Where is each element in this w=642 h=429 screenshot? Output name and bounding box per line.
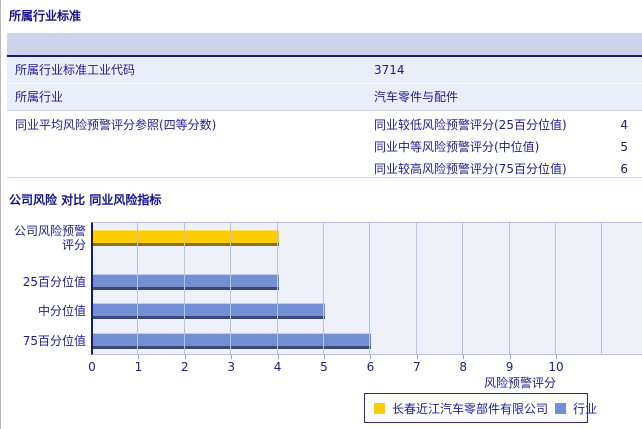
- x-tick-mark: [463, 355, 465, 359]
- gridline: [276, 223, 278, 354]
- bar-industry-median: [93, 303, 325, 319]
- x-tick-mark: [416, 355, 418, 359]
- x-tick-label: 9: [505, 360, 514, 374]
- sub-row-label: 同业较低风险预警评分(25百分位值): [374, 118, 567, 132]
- legend-label-industry: 行业: [573, 401, 598, 416]
- table-header-band: [7, 33, 642, 57]
- x-tick-mark: [370, 355, 372, 359]
- sub-row-value: 5: [620, 140, 628, 154]
- x-tick-label: 0: [88, 360, 96, 374]
- x-tick-label: 5: [320, 360, 328, 374]
- table-row: 所属行业标准工业代码 3714: [7, 57, 642, 84]
- category-label-company-score: 公司风险预警评分: [13, 224, 86, 252]
- x-tick-mark: [324, 355, 325, 359]
- gridline: [323, 223, 324, 354]
- sub-row-value: 4: [620, 118, 628, 132]
- legend-label-company: 长春近江汽车零部件有限公司: [392, 401, 549, 416]
- category-label-75th-percentile: 75百分位值: [22, 334, 86, 348]
- category-label-median: 中分位值: [37, 304, 86, 318]
- x-tick-mark: [277, 355, 279, 359]
- legend-swatch-company: [374, 402, 385, 414]
- bar-industry-25th: [93, 274, 279, 290]
- sub-row-value: 6: [620, 162, 628, 176]
- x-tick-mark: [184, 355, 186, 359]
- risk-report-page: 所属行业标准 所属行业标准工业代码 3714 所属行业 汽车零件与配件 同业平均…: [0, 0, 642, 429]
- sub-row-25th-percentile: 同业较低风险预警评分(25百分位值) 4: [374, 114, 628, 136]
- x-tick-label: 2: [180, 360, 189, 374]
- chart-legend: 长春近江汽车零部件有限公司 行业: [364, 393, 597, 423]
- gridline: [601, 223, 603, 354]
- sub-row-label: 同业较高风险预警评分(75百分位值): [374, 162, 567, 176]
- bar-company-score: [93, 230, 279, 246]
- x-tick-mark: [509, 355, 511, 359]
- gridline: [508, 223, 510, 354]
- sub-row-75th-percentile: 同业较高风险预警评分(75百分位值) 6: [374, 158, 628, 180]
- sub-row-label: 同业中等风险预警评分(中位值): [374, 140, 540, 154]
- gridline: [230, 223, 232, 354]
- sub-row-median: 同业中等风险预警评分(中位值) 5: [374, 136, 628, 158]
- row-value-industry: 汽车零件与配件: [374, 90, 459, 104]
- bar-industry-75th: [93, 333, 371, 349]
- gridline: [369, 223, 371, 354]
- row-label-peer-average: 同业平均风险预警评分参照(四等分数): [15, 118, 217, 132]
- gridline: [137, 223, 139, 354]
- section-title-risk-comparison: 公司风险 对比 同业风险指标: [9, 193, 162, 207]
- x-axis-title: 风险预警评分: [483, 376, 556, 390]
- table-row: 所属行业 汽车零件与配件: [7, 84, 642, 111]
- legend-swatch-industry: [555, 402, 567, 414]
- x-tick-mark: [138, 355, 140, 359]
- plot-area: [91, 222, 642, 355]
- x-tick-label: 6: [366, 360, 375, 374]
- x-tick-mark: [556, 355, 557, 359]
- category-label-25th-percentile: 25百分位值: [22, 275, 86, 289]
- table-row-peer-average: 同业平均风险预警评分参照(四等分数) 同业较低风险预警评分(25百分位值) 4 …: [7, 111, 642, 178]
- gridline: [183, 223, 185, 354]
- x-tick-label: 7: [412, 360, 421, 374]
- gridline: [462, 223, 464, 354]
- x-tick-label: 1: [134, 360, 143, 374]
- x-tick-label: 3: [227, 360, 236, 374]
- row-value-sic-code: 3714: [374, 63, 405, 77]
- x-tick-label: 8: [459, 360, 468, 374]
- row-label-industry: 所属行业: [15, 90, 64, 104]
- gridline: [415, 223, 417, 354]
- section-title-industry-standard: 所属行业标准: [9, 9, 82, 23]
- x-tick-label: 4: [273, 360, 282, 374]
- x-tick-mark: [231, 355, 233, 359]
- gridline: [555, 223, 556, 354]
- row-label-sic-code: 所属行业标准工业代码: [15, 63, 136, 77]
- x-tick-label: 10: [548, 360, 564, 374]
